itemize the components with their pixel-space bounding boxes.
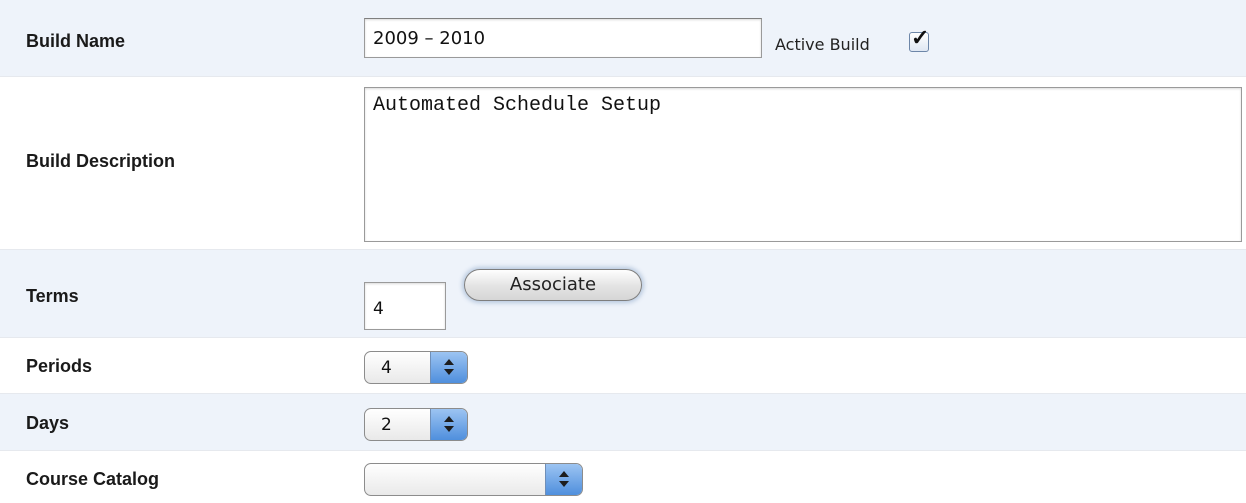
active-build-checkbox[interactable]: ✓ <box>909 27 929 52</box>
build-name-input[interactable] <box>364 18 762 58</box>
course-catalog-select[interactable] <box>364 463 583 496</box>
days-row: Days 2 <box>0 393 1246 450</box>
course-catalog-label: Course Catalog <box>26 469 160 489</box>
build-description-textarea[interactable]: Automated Schedule Setup <box>364 87 1242 242</box>
build-name-row: Build Name Active Build ✓ <box>0 0 1246 76</box>
course-catalog-row: Course Catalog <box>0 450 1246 503</box>
updown-arrows-icon <box>430 352 467 383</box>
associate-button[interactable]: Associate <box>464 269 642 301</box>
terms-label: Terms <box>26 286 79 306</box>
days-select-value: 2 <box>381 415 392 435</box>
build-settings-form: Build Name Active Build ✓ Build Descript… <box>0 0 1246 503</box>
periods-select-value: 4 <box>381 358 392 378</box>
terms-input[interactable]: 4 <box>364 282 446 330</box>
updown-arrows-icon <box>430 409 467 440</box>
build-description-row: Build Description Automated Schedule Set… <box>0 76 1246 249</box>
terms-row: Terms 4 Associate <box>0 249 1246 337</box>
active-build-label: Active Build <box>775 35 870 54</box>
build-description-label: Build Description <box>26 151 176 171</box>
build-name-label: Build Name <box>26 31 126 51</box>
days-select[interactable]: 2 <box>364 408 468 441</box>
days-label: Days <box>26 413 70 433</box>
updown-arrows-icon <box>545 464 582 495</box>
periods-row: Periods 4 <box>0 337 1246 393</box>
periods-select[interactable]: 4 <box>364 351 468 384</box>
periods-label: Periods <box>26 356 93 376</box>
check-icon: ✓ <box>911 25 930 50</box>
